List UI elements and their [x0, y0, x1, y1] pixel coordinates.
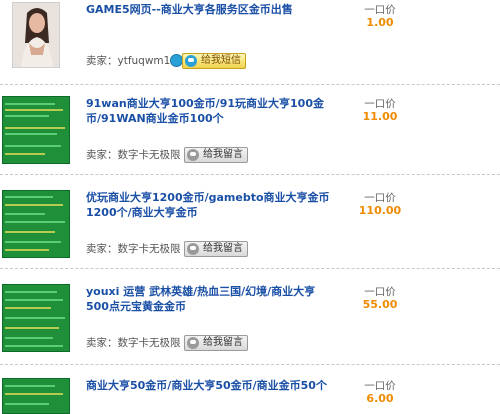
message-icon — [185, 55, 197, 67]
price: 6.00 — [366, 392, 394, 405]
listing-item: 91wan商业大亨100金币/91玩商业大亨100金币/91WAN商业金币100… — [0, 96, 500, 166]
listing-title[interactable]: 91wan商业大亨100金币/91玩商业大亨100金币/91WAN商业金币100… — [86, 96, 336, 126]
price: 55.00 — [362, 298, 398, 311]
price-label: 一口价 — [364, 4, 396, 16]
price-label: 一口价 — [364, 286, 396, 298]
price: 1.00 — [366, 16, 394, 29]
listing-item: 商业大亨50金币/商业大亨50金币/商业金币50个 一口价 6.00 — [0, 378, 500, 414]
listing-thumbnail[interactable] — [2, 96, 70, 164]
listing-item: GAME5网页--商业大亨各服务区金币出售 卖家：ytfuqwm1 给我短信 一… — [0, 2, 500, 80]
divider — [0, 268, 500, 269]
listing-title[interactable]: youxi 运营 武林英雄/热血三国/幻境/商业大亨500点元宝黄金金币 — [86, 284, 336, 314]
seller-name[interactable]: 数字卡无极限 — [118, 337, 181, 349]
listing-thumbnail[interactable] — [12, 2, 60, 68]
seller-name[interactable]: 数字卡无极限 — [118, 149, 181, 161]
leave-message-button[interactable]: 给我留言 — [184, 147, 248, 163]
seller-info: 卖家：数字卡无极限 — [86, 242, 181, 256]
message-icon — [187, 149, 199, 161]
price-label: 一口价 — [364, 380, 396, 392]
listing-title[interactable]: GAME5网页--商业大亨各服务区金币出售 — [86, 2, 336, 17]
message-icon — [187, 337, 199, 349]
listing-title[interactable]: 优玩商业大亨1200金币/gamebto商业大亨金币1200个/商业大亨金币 — [86, 190, 336, 220]
seller-name[interactable]: ytfuqwm1 — [118, 55, 171, 67]
price-label: 一口价 — [364, 98, 396, 110]
listing-title[interactable]: 商业大亨50金币/商业大亨50金币/商业金币50个 — [86, 378, 336, 393]
leave-message-button[interactable]: 给我留言 — [184, 335, 248, 351]
listing-item: 优玩商业大亨1200金币/gamebto商业大亨金币1200个/商业大亨金币 卖… — [0, 190, 500, 260]
seller-info: 卖家：ytfuqwm1 — [86, 54, 170, 68]
leave-message-button[interactable]: 给我留言 — [184, 241, 248, 257]
message-icon — [187, 243, 199, 255]
seller-prefix: 卖家： — [86, 337, 118, 349]
divider — [0, 174, 500, 175]
price-label: 一口价 — [364, 192, 396, 204]
seller-prefix: 卖家： — [86, 149, 118, 161]
listing-thumbnail[interactable] — [2, 190, 70, 258]
price: 11.00 — [362, 110, 398, 123]
send-sms-button[interactable]: 给我短信 — [182, 53, 246, 69]
listing-item: youxi 运营 武林英雄/热血三国/幻境/商业大亨500点元宝黄金金币 卖家：… — [0, 284, 500, 354]
seller-info: 卖家：数字卡无极限 — [86, 336, 181, 350]
seller-info: 卖家：数字卡无极限 — [86, 148, 181, 162]
seller-prefix: 卖家： — [86, 243, 118, 255]
listing-thumbnail[interactable] — [2, 284, 70, 352]
divider — [0, 84, 500, 85]
listing-thumbnail[interactable] — [2, 378, 70, 414]
divider — [0, 364, 500, 365]
seller-prefix: 卖家： — [86, 55, 118, 67]
price: 110.00 — [358, 204, 402, 217]
seller-name[interactable]: 数字卡无极限 — [118, 243, 181, 255]
